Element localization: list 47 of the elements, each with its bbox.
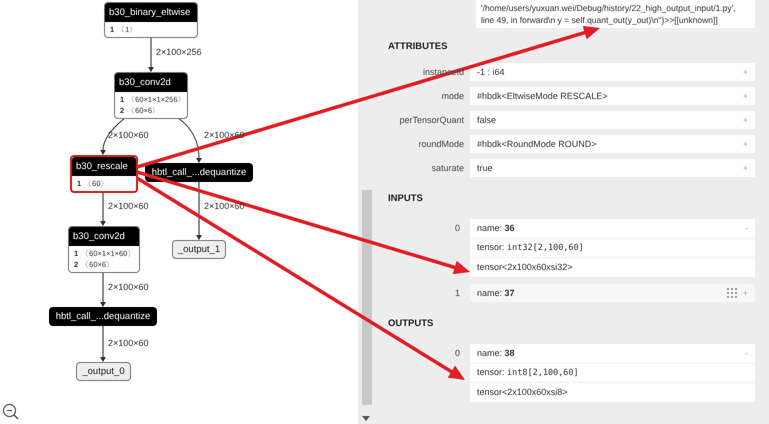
attribute-value: false xyxy=(477,115,496,125)
edge-arrow xyxy=(178,118,202,163)
attribute-value: -1 : i64 xyxy=(477,67,505,77)
edge-label: 2×100×256 xyxy=(156,47,202,57)
item-index: 0 xyxy=(454,222,461,235)
scrollbar-thumb[interactable] xyxy=(362,190,372,405)
edge-arrow xyxy=(148,36,154,72)
tensor-type: tensor: int32[2,100,60] xyxy=(477,242,585,254)
tensor-name: name: 36 xyxy=(477,223,516,234)
scroll-down-icon[interactable] xyxy=(362,416,370,422)
output-node[interactable]: _output_0 xyxy=(76,362,131,381)
attribute-value: #hbdk<RoundMode ROUND> xyxy=(477,139,597,149)
attribute-name: roundMode xyxy=(417,139,465,149)
attribute-name: perTensorQuant xyxy=(398,115,465,125)
graph-node[interactable]: hbtl_call_...dequantize xyxy=(49,307,157,326)
output-node[interactable]: _output_1 xyxy=(172,240,226,259)
item-index: 1 xyxy=(454,286,461,300)
node-title: b30_conv2d xyxy=(69,227,139,246)
tensor-name: name: 38 xyxy=(477,348,516,358)
tensor-detail: tensor<2x100x60xsi32> xyxy=(477,262,574,272)
grid-icon[interactable] xyxy=(726,288,737,298)
edge-arrow xyxy=(100,326,106,362)
edge-label: 2×100×60 xyxy=(108,282,149,292)
edge-label: 2×100×60 xyxy=(108,130,149,140)
section-title: ATTRIBUTES xyxy=(388,40,448,54)
node-title: b30_conv2d xyxy=(115,73,187,92)
section-title: OUTPUTS xyxy=(388,317,434,331)
attribute-value: #hbdk<EltwiseMode RESCALE> xyxy=(477,91,608,101)
attribute-name: saturate xyxy=(430,163,465,173)
edge-label: 2×100×60 xyxy=(204,201,245,211)
tensor-type: tensor: int8[2,100,60] xyxy=(477,367,580,378)
attribute-value: true xyxy=(477,163,493,173)
zoom-out-icon[interactable] xyxy=(2,403,19,420)
tensor-name: name: 37 xyxy=(477,288,516,298)
description-line: '/home/users/yuxuan.wei/Debug/history/22_high_output_input/1.py', xyxy=(481,2,737,14)
edge-arrow xyxy=(196,180,202,240)
edge-label: 2×100×60 xyxy=(108,338,149,348)
attribute-name: mode xyxy=(440,91,465,101)
tensor-detail: tensor<2x100x60xsi8> xyxy=(477,387,569,398)
edge-label: 2×100×60 xyxy=(108,201,149,211)
node-title: b30_rescale xyxy=(72,157,136,176)
edge-arrow xyxy=(100,270,106,307)
node-title: b30_binary_eltwise xyxy=(105,3,197,22)
item-index: 0 xyxy=(454,347,461,360)
section-title: INPUTS xyxy=(388,192,424,206)
graph-node[interactable]: hbtl_call_...dequantize xyxy=(145,163,253,182)
description-line: line 49, in forward\n y = self.quant_out(y_out)\n"}>>[[unknown]] xyxy=(481,14,719,26)
